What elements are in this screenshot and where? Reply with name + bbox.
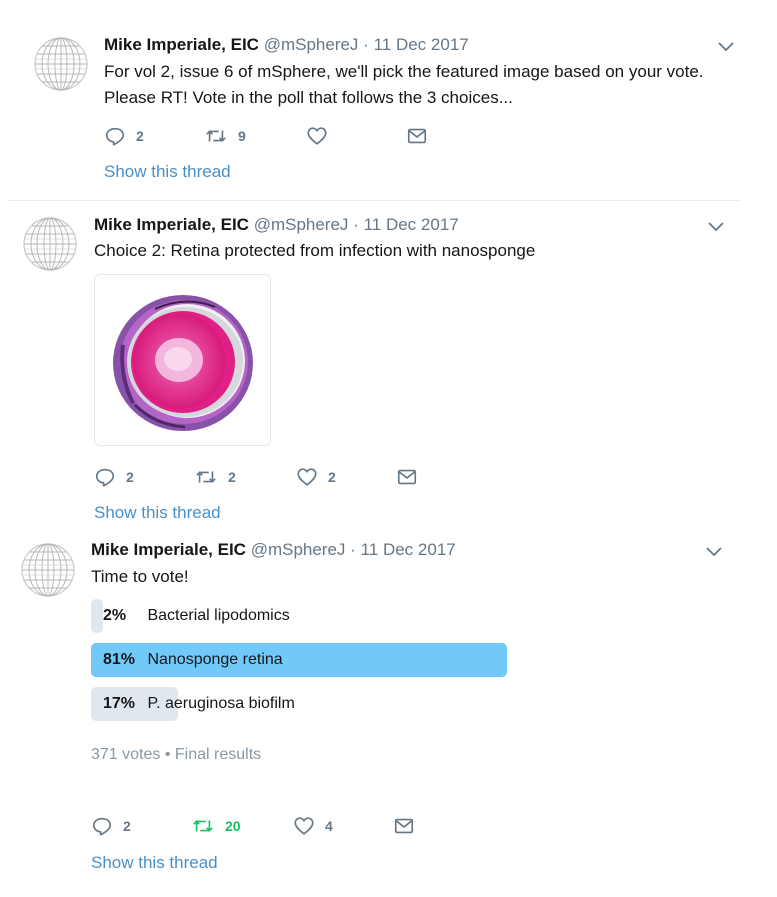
- tweet-header: Mike Imperiale, EIC @mSphereJ · 11 Dec 2…: [94, 215, 459, 235]
- tweet-text: Time to vote!: [91, 567, 189, 586]
- reply-button[interactable]: 2: [91, 814, 131, 838]
- poll-label: Bacterial lipodomics: [147, 607, 290, 624]
- poll-votes: 371 votes: [91, 746, 161, 763]
- reply-icon: [94, 466, 116, 488]
- like-icon: [296, 466, 318, 488]
- message-icon: [406, 125, 428, 147]
- message-button[interactable]: [396, 465, 418, 489]
- poll-percent: 17%: [103, 695, 136, 712]
- show-thread-link[interactable]: Show this thread: [104, 162, 231, 182]
- reply-icon: [91, 815, 113, 837]
- author-name[interactable]: Mike Imperiale, EIC: [104, 35, 259, 54]
- retweet-button[interactable]: 9: [204, 124, 246, 148]
- tweet-2[interactable]: Mike Imperiale, EIC @mSphereJ · 11 Dec 2…: [0, 200, 777, 540]
- tweet-text: Choice 2: Retina protected from infectio…: [94, 241, 536, 260]
- tweet-text: For vol 2, issue 6 of mSphere, we'll pic…: [104, 59, 754, 111]
- poll-percent: 2%: [103, 607, 127, 624]
- like-count: 2: [328, 469, 336, 485]
- tweet-1[interactable]: Mike Imperiale, EIC @mSphereJ · 11 Dec 2…: [0, 0, 777, 200]
- tweet-text-line: For vol 2, issue 6 of mSphere, we'll pic…: [104, 62, 704, 81]
- separator: ·: [353, 215, 359, 234]
- message-button[interactable]: [393, 814, 415, 838]
- retweet-button[interactable]: 2: [194, 465, 236, 489]
- retina-image[interactable]: [94, 274, 271, 446]
- like-button[interactable]: 2: [296, 465, 336, 489]
- poll-bar: [91, 599, 103, 633]
- reply-count: 2: [136, 128, 144, 144]
- message-icon: [396, 466, 418, 488]
- poll-summary: 371 votes • Final results: [91, 746, 261, 764]
- tweet-actions: 2 20 4: [91, 814, 431, 838]
- separator: ·: [350, 540, 356, 559]
- author-handle[interactable]: @mSphereJ: [254, 215, 349, 234]
- like-icon: [306, 125, 328, 147]
- message-button[interactable]: [406, 124, 428, 148]
- reply-count: 2: [126, 469, 134, 485]
- like-button[interactable]: [306, 124, 338, 148]
- reply-icon: [104, 125, 126, 147]
- tweet-header: Mike Imperiale, EIC @mSphereJ · 11 Dec 2…: [104, 35, 469, 55]
- message-icon: [393, 815, 415, 837]
- retina-image-graphic: [113, 295, 253, 431]
- poll-label: Nanosponge retina: [147, 651, 283, 668]
- poll-option-2: 81% Nanosponge retina: [91, 643, 604, 677]
- poll-status: Final results: [174, 746, 262, 763]
- author-name[interactable]: Mike Imperiale, EIC: [94, 215, 249, 234]
- poll-label: P. aeruginosa biofilm: [147, 695, 295, 712]
- tweet-date[interactable]: 11 Dec 2017: [364, 215, 459, 234]
- retweet-count: 2: [228, 469, 236, 485]
- reply-count: 2: [123, 818, 131, 834]
- poll-option-text: 17% P. aeruginosa biofilm: [103, 687, 295, 721]
- tweet-actions: 2 9: [104, 124, 444, 148]
- poll-option-1: 2% Bacterial lipodomics: [91, 599, 604, 633]
- poll-percent: 81%: [103, 651, 136, 668]
- chevron-down-icon[interactable]: [708, 222, 724, 232]
- show-thread-link[interactable]: Show this thread: [94, 503, 221, 523]
- reply-button[interactable]: 2: [94, 465, 134, 489]
- retweet-icon: [194, 466, 218, 488]
- globe-avatar-icon[interactable]: [20, 542, 76, 598]
- like-icon: [293, 815, 315, 837]
- retweet-count: 20: [225, 818, 241, 834]
- chevron-down-icon[interactable]: [718, 42, 734, 52]
- poll-option-text: 81% Nanosponge retina: [103, 643, 283, 677]
- poll-option-3: 17% P. aeruginosa biofilm: [91, 687, 604, 721]
- like-button[interactable]: 4: [293, 814, 333, 838]
- tweet-date[interactable]: 11 Dec 2017: [361, 540, 456, 559]
- retweet-icon: [204, 125, 228, 147]
- author-name[interactable]: Mike Imperiale, EIC: [91, 540, 246, 559]
- like-count: 4: [325, 818, 333, 834]
- retweet-button[interactable]: 20: [191, 814, 241, 838]
- poll-bullet: •: [164, 746, 171, 763]
- tweet-header: Mike Imperiale, EIC @mSphereJ · 11 Dec 2…: [91, 540, 456, 560]
- chevron-down-icon[interactable]: [706, 547, 722, 557]
- retweet-icon: [191, 815, 215, 837]
- show-thread-link[interactable]: Show this thread: [91, 853, 218, 873]
- retweet-count: 9: [238, 128, 246, 144]
- author-handle[interactable]: @mSphereJ: [251, 540, 346, 559]
- tweet-actions: 2 2 2: [94, 465, 434, 489]
- globe-avatar-icon[interactable]: [22, 216, 78, 272]
- tweet-text-line: Please RT! Vote in the poll that follows…: [104, 88, 513, 107]
- globe-avatar-icon[interactable]: [33, 36, 89, 92]
- author-handle[interactable]: @mSphereJ: [264, 35, 359, 54]
- tweet-date[interactable]: 11 Dec 2017: [374, 35, 469, 54]
- poll-option-text: 2% Bacterial lipodomics: [103, 599, 290, 633]
- separator: ·: [363, 35, 369, 54]
- reply-button[interactable]: 2: [104, 124, 144, 148]
